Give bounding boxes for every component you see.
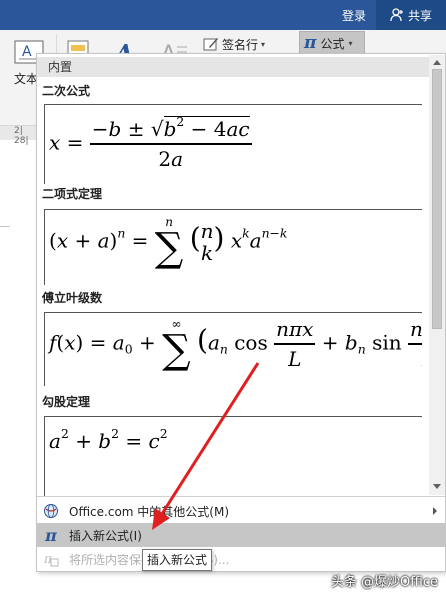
gallery-content: 内置 二次公式 x = −b ± √b2 − 4ac 2a 二项式定理 (x +… [37, 54, 429, 496]
pythagorean-theorem: a2 + b2 = c2 [49, 426, 168, 453]
globe-icon [43, 503, 59, 519]
pi-icon: π [304, 33, 317, 53]
section-header-builtin: 内置 [37, 57, 429, 77]
document-margin-line [0, 226, 10, 227]
ruler: 2| 28| [0, 126, 40, 146]
chevron-down-icon: ▾ [261, 39, 266, 49]
chevron-up-icon [433, 60, 441, 65]
more-equations-online-label: Office.com 中的其他公式(M) [69, 504, 230, 519]
svg-text:A: A [22, 44, 32, 60]
equation-binomial[interactable]: (x + a)n = n ∑ (n k) xkan−k [44, 209, 422, 285]
scroll-up-arrow[interactable] [431, 56, 443, 68]
signature-line-label: 签名行 [222, 37, 259, 52]
scroll-thumb[interactable] [432, 69, 442, 329]
share-label: 共享 [407, 8, 432, 23]
save-equation-icon: π [43, 551, 59, 567]
scroll-down-arrow[interactable] [431, 481, 443, 493]
equation-quadratic[interactable]: x = −b ± √b2 − 4ac 2a [44, 104, 422, 184]
tooltip: 插入新公式 [142, 549, 212, 571]
chevron-down-icon: ▾ [348, 38, 353, 48]
pi-icon: π [45, 525, 57, 545]
fourier-series: f(x) = a0 + ∞ ∑ (an cos nπxL + bn sin nπ… [49, 317, 422, 371]
equation-title-quadratic: 二次公式 [42, 84, 91, 98]
gallery-scrollbar[interactable] [429, 55, 445, 495]
textbox-label: 文本 [14, 72, 39, 86]
save-selection-to-gallery-item: π 将所选内容保存到公式库(S)... [37, 547, 445, 571]
submenu-arrow-icon [433, 507, 437, 515]
more-equations-online-item[interactable]: Office.com 中的其他公式(M) [37, 499, 445, 523]
watermark: 头条 @爆炒Office [330, 575, 438, 590]
equation-menu: Office.com 中的其他公式(M) π 插入新公式(I) π 将所选内容保… [37, 496, 445, 572]
equation-button[interactable]: π 公式 ▾ [299, 31, 365, 55]
person-icon [390, 8, 403, 22]
quadratic-formula: x = −b ± √b2 − 4ac 2a [49, 114, 252, 171]
equation-title-binomial: 二项式定理 [42, 187, 103, 201]
equation-pythagorean[interactable]: a2 + b2 = c2 [44, 416, 422, 496]
signature-pen-icon [203, 38, 218, 51]
equation-fourier[interactable]: f(x) = a0 + ∞ ∑ (an cos nπxL + bn sin nπ… [44, 312, 422, 386]
equation-label: 公式 [320, 36, 345, 51]
insert-new-equation-label: 插入新公式(I) [69, 528, 142, 543]
sign-in-link[interactable]: 登录 [342, 7, 366, 24]
equation-title-fourier: 傅立叶级数 [42, 291, 103, 305]
chevron-down-icon [433, 484, 441, 489]
title-bar: 登录 共享 [0, 0, 446, 30]
insert-new-equation-item[interactable]: π 插入新公式(I) [37, 523, 445, 547]
binomial-theorem: (x + a)n = n ∑ (n k) xkan−k [49, 215, 288, 271]
equation-title-pythagorean: 勾股定理 [42, 395, 91, 409]
signature-line-button[interactable]: 签名行 ▾ [203, 33, 265, 55]
equation-gallery: 内置 二次公式 x = −b ± √b2 − 4ac 2a 二项式定理 (x +… [36, 53, 446, 572]
share-button[interactable]: 共享 [376, 0, 446, 30]
